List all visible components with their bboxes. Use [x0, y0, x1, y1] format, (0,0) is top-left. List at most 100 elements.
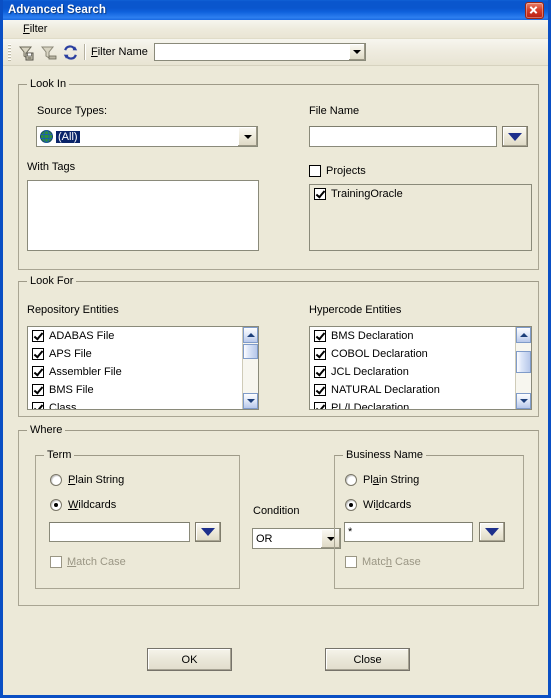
- list-item[interactable]: APS File: [28, 345, 258, 363]
- list-item[interactable]: Assembler File: [28, 363, 258, 381]
- close-button-label: Close: [353, 653, 382, 666]
- business-name-group: Business Name Plain String Wildcards * M…: [334, 449, 524, 589]
- term-plain-string-radio-row[interactable]: Plain String: [50, 474, 124, 486]
- repository-entities-listbox[interactable]: ADABAS File APS File Assembler File BMS …: [27, 326, 259, 410]
- business-wildcards-radio[interactable]: [345, 499, 357, 511]
- list-item[interactable]: Class: [28, 399, 258, 410]
- entity-checkbox[interactable]: [314, 330, 326, 342]
- entity-label: BMS Declaration: [331, 330, 414, 342]
- projects-checkbox-row[interactable]: Projects: [309, 165, 366, 177]
- list-item[interactable]: BMS File: [28, 381, 258, 399]
- business-plain-string-radio[interactable]: [345, 474, 357, 486]
- entity-checkbox[interactable]: [32, 384, 44, 396]
- chevron-down-icon: [243, 134, 252, 139]
- chevron-down-icon: [201, 528, 215, 536]
- entity-checkbox[interactable]: [314, 384, 326, 396]
- entity-label: BMS File: [49, 384, 94, 396]
- entity-checkbox[interactable]: [32, 366, 44, 378]
- term-input[interactable]: [49, 522, 190, 542]
- source-types-value-container[interactable]: (All): [37, 127, 237, 146]
- filter-name-dropdown-arrow[interactable]: [347, 44, 365, 60]
- entity-checkbox[interactable]: [32, 402, 44, 409]
- scroll-up-button[interactable]: [516, 327, 531, 343]
- toolbar-grip[interactable]: [8, 43, 11, 61]
- entity-label: Class: [49, 402, 77, 410]
- title-bar: Advanced Search: [3, 0, 548, 20]
- entity-label: APS File: [49, 348, 92, 360]
- ok-button[interactable]: OK: [147, 648, 232, 671]
- entity-label: COBOL Declaration: [331, 348, 428, 360]
- scroll-down-button[interactable]: [243, 393, 258, 409]
- menu-bar: Filter: [3, 20, 548, 39]
- condition-combo[interactable]: OR: [252, 528, 341, 549]
- list-item[interactable]: COBOL Declaration: [310, 345, 531, 363]
- business-name-legend: Business Name: [343, 449, 427, 461]
- project-label: TrainingOracle: [331, 188, 403, 200]
- source-types-dropdown-arrow[interactable]: [237, 127, 257, 146]
- entity-checkbox[interactable]: [314, 366, 326, 378]
- term-plain-string-radio[interactable]: [50, 474, 62, 486]
- filter-name-label: Filter Name: [91, 46, 148, 58]
- business-name-input[interactable]: *: [344, 522, 473, 542]
- chevron-down-icon: [485, 528, 499, 536]
- scroll-down-button[interactable]: [516, 393, 531, 409]
- entity-label: JCL Declaration: [331, 366, 409, 378]
- file-name-input[interactable]: [309, 126, 497, 147]
- project-checkbox[interactable]: [314, 188, 326, 200]
- entity-label: ADABAS File: [49, 330, 115, 342]
- save-filter-icon[interactable]: [15, 41, 37, 63]
- list-item[interactable]: ADABAS File: [28, 327, 258, 345]
- list-item[interactable]: NATURAL Declaration: [310, 381, 531, 399]
- window-title: Advanced Search: [8, 4, 107, 16]
- menu-item-filter[interactable]: Filter: [17, 22, 53, 36]
- with-tags-listbox[interactable]: [27, 180, 259, 251]
- projects-checkbox[interactable]: [309, 165, 321, 177]
- entity-checkbox[interactable]: [32, 348, 44, 360]
- ok-button-label: OK: [181, 653, 198, 666]
- scroll-thumb[interactable]: [516, 351, 531, 373]
- term-match-case-label: Match Case: [67, 556, 126, 568]
- term-plain-string-label: Plain String: [68, 474, 125, 486]
- condition-value[interactable]: OR: [253, 529, 320, 548]
- refresh-icon[interactable]: [59, 41, 81, 63]
- file-name-label: File Name: [309, 105, 360, 117]
- projects-listbox[interactable]: TrainingOracle: [309, 184, 532, 251]
- entity-checkbox[interactable]: [314, 402, 326, 409]
- entity-checkbox[interactable]: [314, 348, 326, 360]
- term-match-case-row: Match Case: [50, 556, 126, 568]
- business-match-case-label: Match Case: [362, 556, 421, 568]
- term-match-case-checkbox: [50, 556, 62, 568]
- list-item[interactable]: BMS Declaration: [310, 327, 531, 345]
- filter-name-input[interactable]: [155, 44, 348, 60]
- scroll-thumb[interactable]: [243, 344, 258, 359]
- repository-scrollbar[interactable]: [242, 327, 258, 409]
- term-dropdown-button[interactable]: [195, 522, 221, 542]
- term-wildcards-radio[interactable]: [50, 499, 62, 511]
- close-icon[interactable]: [525, 1, 544, 19]
- toolbar-separator: [84, 44, 86, 60]
- entity-checkbox[interactable]: [32, 330, 44, 342]
- close-button[interactable]: Close: [325, 648, 410, 671]
- hypercode-entities-listbox[interactable]: BMS Declaration COBOL Declaration JCL De…: [309, 326, 532, 410]
- list-item[interactable]: PL/I Declaration: [310, 399, 531, 409]
- filter-name-combo[interactable]: [153, 43, 366, 61]
- term-wildcards-radio-row[interactable]: Wildcards: [50, 499, 116, 511]
- hypercode-scrollbar[interactable]: [515, 327, 531, 409]
- term-group: Term Plain String Wildcards Match Case: [35, 449, 240, 589]
- look-in-legend: Look In: [27, 78, 70, 90]
- list-item[interactable]: TrainingOracle: [310, 185, 531, 203]
- scroll-up-button[interactable]: [243, 327, 258, 343]
- condition-label: Condition: [253, 505, 300, 517]
- list-item[interactable]: JCL Declaration: [310, 363, 531, 381]
- delete-filter-icon[interactable]: [37, 41, 59, 63]
- term-legend: Term: [44, 449, 75, 461]
- term-wildcards-label: Wildcards: [68, 499, 117, 511]
- source-types-combo[interactable]: (All): [36, 126, 258, 147]
- menu-item-filter-label: ilter: [29, 23, 48, 35]
- file-name-dropdown-button[interactable]: [502, 126, 528, 147]
- business-name-dropdown-button[interactable]: [479, 522, 505, 542]
- business-plain-string-radio-row[interactable]: Plain String: [345, 474, 419, 486]
- toolbar: Filter Name: [3, 39, 548, 66]
- business-wildcards-radio-row[interactable]: Wildcards: [345, 499, 411, 511]
- projects-label: Projects: [326, 165, 366, 177]
